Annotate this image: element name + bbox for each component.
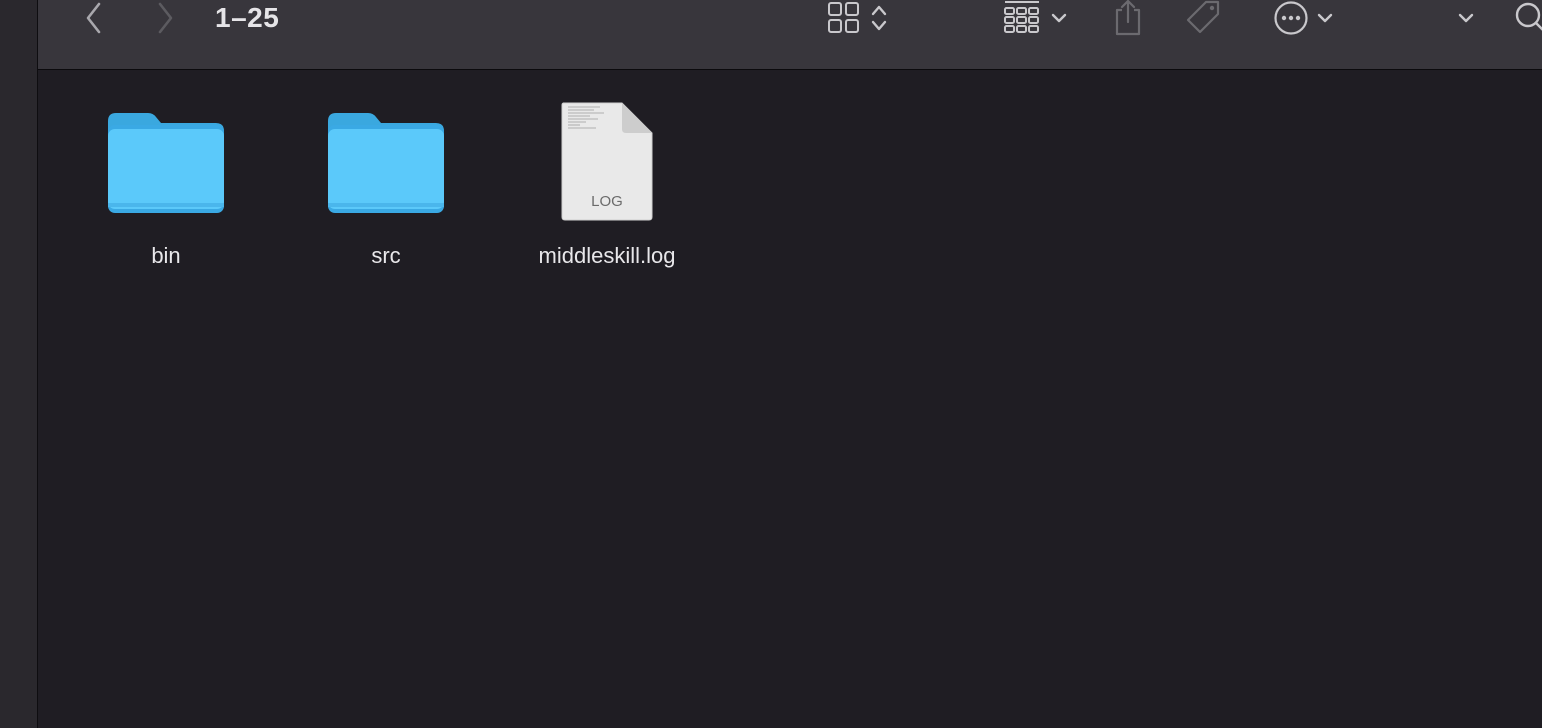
- back-chevron-icon: [84, 2, 104, 34]
- toolbar: 1–25: [38, 0, 1542, 70]
- file-item-label: src: [371, 243, 401, 268]
- file-item-label: middleskill.log: [538, 243, 676, 268]
- file-type-badge: LOG: [591, 193, 623, 210]
- chevron-down-icon: [1317, 12, 1333, 24]
- tag-button[interactable]: [1182, 0, 1226, 36]
- toolbar-overflow-button[interactable]: [1452, 0, 1480, 36]
- forward-button[interactable]: [147, 0, 183, 36]
- up-down-chevron-icon: [871, 2, 887, 34]
- share-button[interactable]: [1108, 0, 1148, 36]
- more-actions-button[interactable]: [1268, 0, 1338, 36]
- finder-window: 1–25 bin src LOG middleskill.log: [0, 0, 1542, 728]
- file-browser-content: bin src LOG middleskill.log: [38, 71, 1542, 728]
- group-by-button[interactable]: [996, 0, 1074, 36]
- file-item-src[interactable]: src: [301, 71, 471, 281]
- icon-view-grid-icon: [827, 1, 861, 35]
- tag-icon: [1184, 0, 1224, 37]
- window-title: 1–25: [215, 2, 280, 33]
- sidebar-edge: [0, 0, 38, 728]
- back-button[interactable]: [76, 0, 112, 36]
- file-item-middleskill-log[interactable]: LOG middleskill.log: [522, 71, 692, 281]
- more-ellipsis-icon: [1273, 0, 1309, 36]
- chevron-down-icon: [1458, 12, 1474, 24]
- forward-chevron-icon: [155, 2, 175, 34]
- chevron-down-icon: [1051, 12, 1067, 24]
- folder-icon: [106, 111, 226, 220]
- view-mode-button[interactable]: [818, 0, 896, 36]
- folder-icon: [326, 111, 446, 220]
- group-by-grid-icon: [1003, 0, 1041, 36]
- search-button[interactable]: [1514, 0, 1542, 36]
- file-item-label: bin: [151, 243, 181, 268]
- search-icon: [1514, 1, 1542, 35]
- file-item-bin[interactable]: bin: [81, 71, 251, 281]
- share-icon: [1112, 0, 1144, 36]
